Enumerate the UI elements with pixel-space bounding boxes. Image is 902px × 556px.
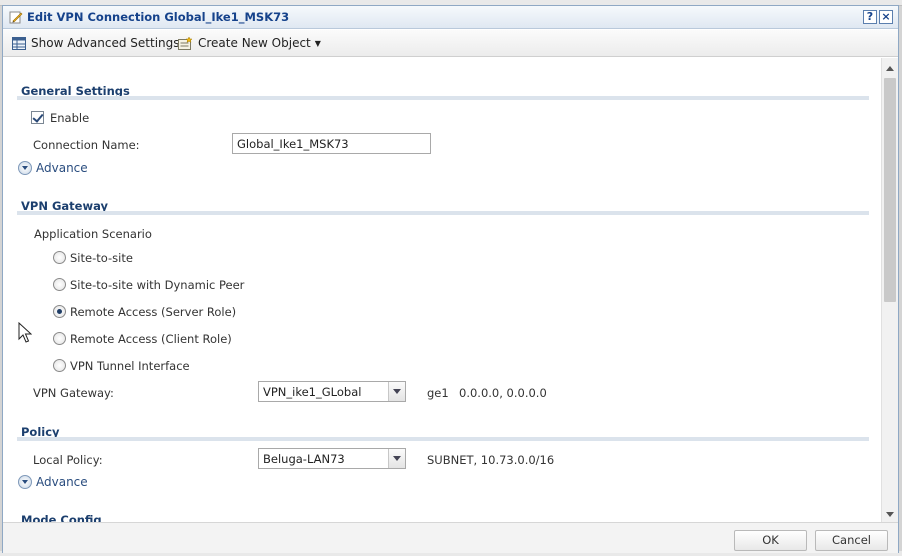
scenario-site-to-site-radio[interactable] xyxy=(53,251,66,264)
edit-pencil-icon xyxy=(9,11,23,24)
dialog-content: General Settings Enable Connection Name:… xyxy=(3,58,881,522)
scenario-dynamic-peer-label: Site-to-site with Dynamic Peer xyxy=(70,278,245,292)
cancel-button[interactable]: Cancel xyxy=(815,530,888,551)
local-policy-select-value: Beluga-LAN73 xyxy=(263,452,345,466)
scrollbar-thumb[interactable] xyxy=(884,78,896,302)
help-button[interactable]: ? xyxy=(863,10,877,24)
local-policy-select[interactable]: Beluga-LAN73 xyxy=(258,448,406,469)
mouse-pointer-icon xyxy=(18,322,32,343)
enable-checkbox[interactable] xyxy=(31,111,44,124)
scenario-tunnel-interface-radio[interactable] xyxy=(53,359,66,372)
scenario-remote-server-radio[interactable] xyxy=(53,305,66,318)
policy-advance-toggle[interactable]: Advance xyxy=(18,475,88,489)
enable-label: Enable xyxy=(50,111,90,125)
dialog-toolbar: Show Advanced Settings Create New Object… xyxy=(3,30,898,57)
scenario-dynamic-peer-radio[interactable] xyxy=(53,278,66,291)
scroll-down-icon[interactable] xyxy=(882,508,898,522)
connection-name-input[interactable] xyxy=(232,133,431,154)
vpn-gateway-select[interactable]: VPN_ike1_GLobal xyxy=(258,381,406,402)
connection-name-label: Connection Name: xyxy=(33,138,140,152)
general-settings-rule xyxy=(17,96,869,100)
dialog-title: Edit VPN Connection Global_Ike1_MSK73 xyxy=(27,10,290,24)
scenario-remote-server-label: Remote Access (Server Role) xyxy=(70,305,237,319)
general-advance-toggle[interactable]: Advance xyxy=(18,161,88,175)
create-new-object-button[interactable]: Create New Object ▼ xyxy=(178,36,321,50)
general-advance-label: Advance xyxy=(36,161,88,175)
policy-rule xyxy=(17,437,869,441)
dialog-footer: OK Cancel xyxy=(3,522,898,553)
scenario-tunnel-interface-label: VPN Tunnel Interface xyxy=(70,359,190,373)
policy-advance-label: Advance xyxy=(36,475,88,489)
vpn-gateway-rule xyxy=(17,211,869,215)
expand-arrow-icon xyxy=(18,475,32,489)
vpn-gateway-select-value: VPN_ike1_GLobal xyxy=(263,385,362,399)
expand-arrow-icon xyxy=(18,161,32,175)
create-new-object-label: Create New Object xyxy=(198,36,311,50)
chevron-down-icon[interactable] xyxy=(388,382,405,401)
vpn-gateway-label: VPN Gateway: xyxy=(33,386,114,400)
local-policy-info: SUBNET, 10.73.0.0/16 xyxy=(427,453,555,467)
new-object-icon xyxy=(178,36,193,50)
edit-vpn-dialog: Edit VPN Connection Global_Ike1_MSK73 ? … xyxy=(2,5,899,553)
chevron-down-icon[interactable] xyxy=(388,449,405,468)
dialog-titlebar[interactable]: Edit VPN Connection Global_Ike1_MSK73 ? … xyxy=(3,6,898,29)
mode-config-title: Mode Config xyxy=(21,513,102,522)
scenario-remote-client-radio[interactable] xyxy=(53,332,66,345)
table-settings-icon xyxy=(12,36,26,50)
local-policy-label: Local Policy: xyxy=(33,453,103,467)
vpn-gateway-interface: ge1 xyxy=(427,386,449,400)
show-advanced-settings-label: Show Advanced Settings xyxy=(31,36,180,50)
close-button[interactable]: × xyxy=(879,10,893,24)
vpn-gateway-addresses: 0.0.0.0, 0.0.0.0 xyxy=(459,386,547,400)
chevron-down-icon: ▼ xyxy=(314,38,321,48)
show-advanced-settings-button[interactable]: Show Advanced Settings xyxy=(12,36,180,50)
content-scrollbar[interactable] xyxy=(881,58,898,522)
application-scenario-label: Application Scenario xyxy=(34,227,152,241)
scenario-site-to-site-label: Site-to-site xyxy=(70,251,133,265)
scroll-up-icon[interactable] xyxy=(882,62,898,76)
ok-button[interactable]: OK xyxy=(734,530,807,551)
scenario-remote-client-label: Remote Access (Client Role) xyxy=(70,332,232,346)
